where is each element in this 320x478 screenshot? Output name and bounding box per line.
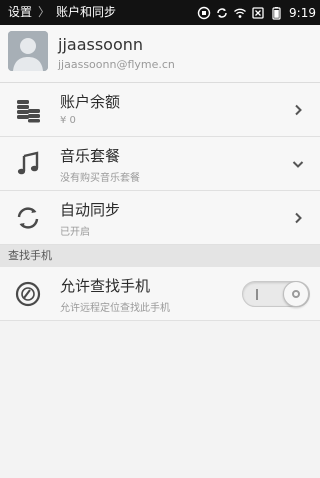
sync-status-icon (217, 7, 227, 18)
battery-icon (272, 6, 281, 20)
no-sim-icon (252, 6, 264, 19)
row-subtitle: 允许远程定位查找此手机 (60, 303, 170, 314)
row-allow-find-phone[interactable]: 允许查找手机 允许远程定位查找此手机 (0, 267, 320, 321)
toggle-knob[interactable] (283, 281, 309, 307)
breadcrumb-current: 账户和同步 (56, 5, 117, 19)
breadcrumb-parent[interactable]: 设置 (8, 0, 32, 25)
sync-icon (17, 207, 39, 229)
status-icons: 9:19 (197, 0, 316, 25)
wifi-icon (234, 8, 246, 18)
row-title: 音乐套餐 (60, 147, 121, 165)
row-title: 账户余额 (60, 93, 121, 111)
find-phone-toggle[interactable] (242, 281, 310, 307)
row-title: 自动同步 (60, 201, 121, 219)
row-subtitle: ¥ 0 (60, 115, 76, 126)
default-avatar-icon (8, 31, 48, 71)
status-bar: 设置 〉 账户和同步 9:19 (0, 0, 320, 25)
breadcrumb: 设置 〉 账户和同步 (8, 0, 116, 25)
account-header[interactable]: jjaassoonn jjaassoonn@flyme.cn (0, 25, 320, 83)
locate-target-icon (15, 281, 41, 307)
avatar (8, 31, 48, 71)
row-music-package[interactable]: 音乐套餐 没有购买音乐套餐 (0, 137, 320, 191)
music-note-icon (17, 151, 39, 175)
row-subtitle: 没有购买音乐套餐 (60, 173, 140, 184)
row-account-balance[interactable]: 账户余额 ¥ 0 (0, 83, 320, 137)
notification-icon (197, 6, 211, 19)
toggle-on-indicator (256, 289, 258, 300)
account-email: jjaassoonn@flyme.cn (58, 58, 175, 71)
row-title: 允许查找手机 (60, 277, 151, 295)
coins-icon (17, 100, 40, 123)
chevron-right-icon (295, 104, 302, 116)
chevron-right-icon (295, 212, 302, 224)
row-auto-sync[interactable]: 自动同步 已开启 (0, 191, 320, 245)
chevron-down-icon (292, 161, 304, 168)
clock: 9:19 (289, 5, 316, 20)
account-username: jjaassoonn (58, 35, 144, 54)
section-header-find-phone: 查找手机 (0, 245, 320, 267)
breadcrumb-separator-icon: 〉 (38, 5, 51, 19)
row-subtitle: 已开启 (60, 227, 90, 238)
